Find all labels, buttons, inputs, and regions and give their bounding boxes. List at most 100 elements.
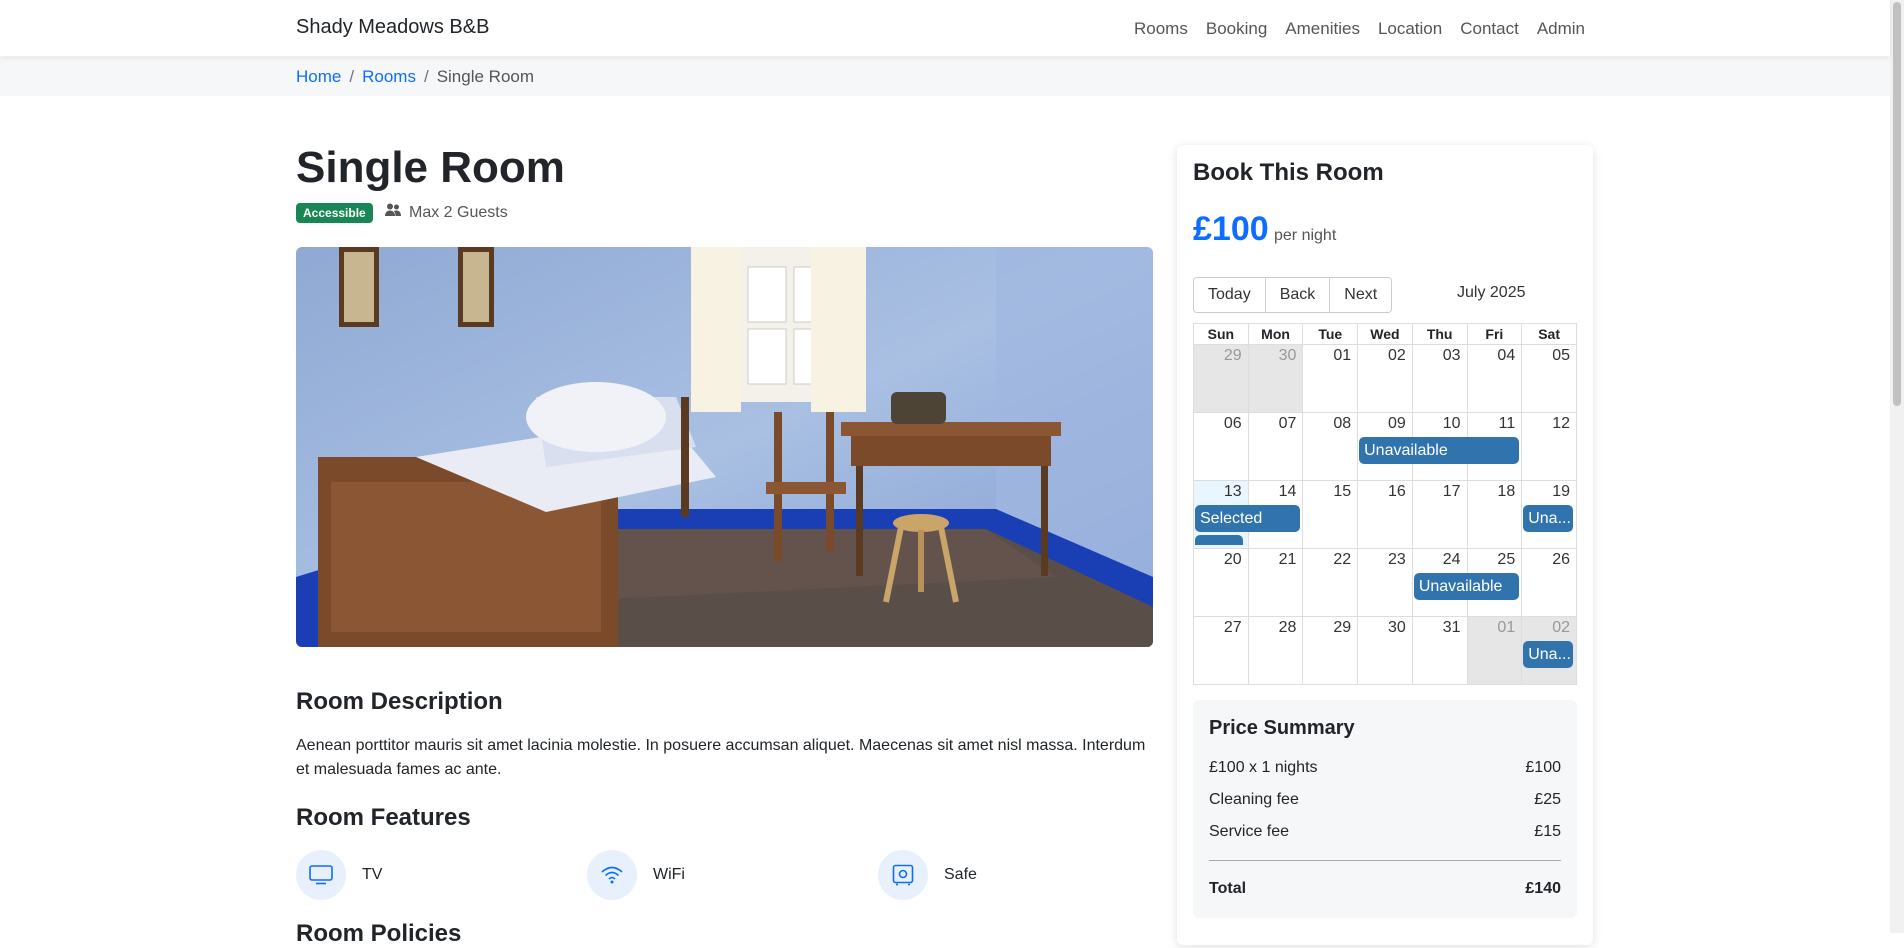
calendar-day[interactable]: 03 bbox=[1411, 344, 1468, 413]
calendar-toolbar: Today Back Next bbox=[1193, 277, 1393, 313]
calendar-day[interactable]: 17 bbox=[1411, 480, 1468, 549]
breadcrumb-bar: Home / Rooms / Single Room bbox=[0, 57, 1890, 96]
weekday-header: Wed bbox=[1357, 323, 1413, 345]
scrollbar-thumb[interactable] bbox=[1893, 2, 1901, 406]
calendar-day[interactable]: 30 bbox=[1357, 616, 1413, 685]
summary-label: £100 x 1 nights bbox=[1209, 759, 1318, 776]
calendar-day[interactable]: 21 bbox=[1247, 548, 1304, 617]
nav-link-rooms[interactable]: Rooms bbox=[1134, 19, 1188, 39]
calendar-day[interactable]: 02 bbox=[1357, 344, 1413, 413]
calendar-day[interactable]: 18 bbox=[1466, 480, 1523, 549]
calendar-day[interactable]: 28 bbox=[1247, 616, 1304, 685]
calendar-day[interactable]: 01 bbox=[1302, 344, 1359, 413]
room-photo bbox=[296, 247, 1153, 647]
calendar-day[interactable]: 09 Unavailable bbox=[1357, 412, 1520, 481]
weekday-header: Sat bbox=[1521, 323, 1577, 345]
unavailable-event[interactable]: Unavailable bbox=[1413, 573, 1519, 600]
safe-icon bbox=[878, 850, 928, 900]
nav-link-admin[interactable]: Admin bbox=[1537, 19, 1585, 39]
price-summary-title: Price Summary bbox=[1209, 717, 1355, 739]
breadcrumb-separator: / bbox=[423, 67, 429, 86]
breadcrumb-rooms[interactable]: Rooms bbox=[362, 67, 416, 87]
summary-value: £15 bbox=[1534, 823, 1561, 840]
booking-card-title: Book This Room bbox=[1193, 159, 1384, 186]
calendar-day[interactable]: 06 bbox=[1193, 412, 1249, 481]
summary-row-total: Total £140 bbox=[1209, 880, 1561, 898]
weekday-header: Mon bbox=[1247, 323, 1304, 345]
calendar-day[interactable]: 23 bbox=[1357, 548, 1413, 617]
weekday-header: Tue bbox=[1302, 323, 1359, 345]
room-features-heading: Room Features bbox=[296, 804, 471, 831]
summary-label: Cleaning fee bbox=[1209, 791, 1299, 808]
summary-row-service: Service fee £15 bbox=[1209, 823, 1561, 841]
calendar-day[interactable]: 01 bbox=[1466, 616, 1523, 685]
booking-calendar: Sun Mon Tue Wed Thu Fri Sat 29 30 01 02 … bbox=[1193, 323, 1577, 685]
calendar-month-label: July 2025 bbox=[1457, 284, 1526, 301]
price-summary: Price Summary £100 x 1 nights £100 Clean… bbox=[1193, 700, 1577, 918]
max-guests-label: Max 2 Guests bbox=[409, 203, 508, 221]
room-description: Aenean porttitor mauris sit amet lacinia… bbox=[296, 737, 1146, 778]
summary-label: Service fee bbox=[1209, 823, 1290, 840]
feature-label: Safe bbox=[944, 866, 977, 883]
nav-links: Rooms Booking Amenities Location Contact… bbox=[1134, 19, 1585, 39]
feature-wifi: WiFi bbox=[587, 850, 878, 900]
calendar-day[interactable]: 04 bbox=[1466, 344, 1523, 413]
calendar-day[interactable]: 29 bbox=[1193, 344, 1249, 413]
summary-value: £100 bbox=[1525, 759, 1561, 776]
brand-link[interactable]: Shady Meadows B&B bbox=[296, 16, 489, 39]
page-title: Single Room bbox=[296, 143, 565, 192]
unavailable-event[interactable]: Una... bbox=[1523, 505, 1574, 532]
weekday-header: Fri bbox=[1466, 323, 1523, 345]
feature-label: TV bbox=[362, 866, 383, 883]
people-icon bbox=[385, 203, 401, 222]
total-label: Total bbox=[1209, 880, 1247, 897]
calendar-today-button[interactable]: Today bbox=[1194, 278, 1266, 312]
calendar-day[interactable]: 30 bbox=[1247, 344, 1304, 413]
calendar-day[interactable]: 22 bbox=[1302, 548, 1359, 617]
per-night-label: per night bbox=[1274, 227, 1337, 244]
tv-icon bbox=[296, 850, 346, 900]
calendar-day[interactable]: 19 Una... bbox=[1521, 480, 1577, 549]
feature-label: WiFi bbox=[653, 866, 685, 883]
unavailable-event[interactable]: Unavailable bbox=[1359, 437, 1520, 464]
wifi-icon bbox=[587, 850, 637, 900]
calendar-day[interactable]: 31 bbox=[1411, 616, 1468, 685]
breadcrumb-home[interactable]: Home bbox=[296, 67, 341, 87]
calendar-day[interactable]: 08 bbox=[1302, 412, 1359, 481]
nav-link-contact[interactable]: Contact bbox=[1460, 19, 1519, 39]
weekday-header: Thu bbox=[1411, 323, 1468, 345]
summary-row-nights: £100 x 1 nights £100 bbox=[1209, 759, 1561, 777]
nav-link-booking[interactable]: Booking bbox=[1206, 19, 1267, 39]
calendar-day[interactable]: 05 bbox=[1521, 344, 1577, 413]
nav-link-location[interactable]: Location bbox=[1378, 19, 1442, 39]
unavailable-event[interactable]: Una... bbox=[1523, 641, 1574, 668]
room-policies-heading: Room Policies bbox=[296, 920, 462, 947]
calendar-day[interactable]: 26 bbox=[1521, 548, 1577, 617]
calendar-day[interactable]: 07 bbox=[1247, 412, 1304, 481]
feature-tv: TV bbox=[296, 850, 587, 900]
overflow-event[interactable] bbox=[1195, 535, 1243, 545]
page-scrollbar[interactable] bbox=[1890, 0, 1904, 933]
calendar-day[interactable]: 15 bbox=[1302, 480, 1359, 549]
breadcrumb: Home / Rooms / Single Room bbox=[296, 67, 534, 87]
booking-card: Book This Room £100 per night Today Back… bbox=[1177, 145, 1593, 945]
summary-divider bbox=[1209, 860, 1561, 861]
summary-value: £25 bbox=[1534, 791, 1561, 808]
calendar-next-button[interactable]: Next bbox=[1330, 278, 1392, 312]
calendar-day[interactable]: 27 bbox=[1193, 616, 1249, 685]
calendar-day[interactable]: 24 Unavailable bbox=[1411, 548, 1519, 617]
nav-link-amenities[interactable]: Amenities bbox=[1285, 19, 1360, 39]
calendar-day[interactable]: 20 bbox=[1193, 548, 1249, 617]
calendar-day[interactable]: 13 Selected bbox=[1193, 480, 1300, 549]
breadcrumb-current: Single Room bbox=[436, 67, 535, 86]
calendar-day[interactable]: 16 bbox=[1357, 480, 1413, 549]
room-price: £100 bbox=[1193, 210, 1269, 248]
calendar-day[interactable]: 29 bbox=[1302, 616, 1359, 685]
calendar-day[interactable]: 12 bbox=[1521, 412, 1577, 481]
calendar-day[interactable]: 02 Una... bbox=[1521, 616, 1577, 685]
features-list: TV WiFi Safe bbox=[296, 850, 1169, 900]
top-navbar: Shady Meadows B&B Rooms Booking Amenitie… bbox=[0, 0, 1890, 56]
calendar-back-button[interactable]: Back bbox=[1265, 278, 1331, 312]
feature-safe: Safe bbox=[878, 850, 1169, 900]
selected-event[interactable]: Selected bbox=[1195, 505, 1300, 532]
